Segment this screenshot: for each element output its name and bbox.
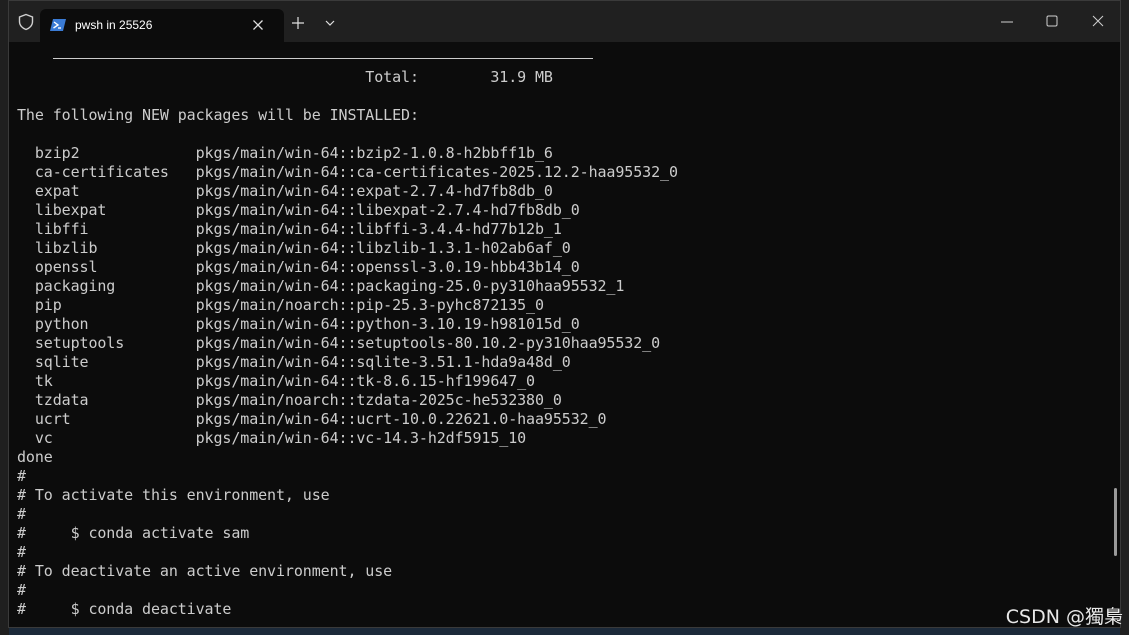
terminal-line: done xyxy=(17,448,53,466)
plus-icon[interactable] xyxy=(292,17,304,29)
terminal-output[interactable]: Total: 31.9 MB The following NEW packages… xyxy=(9,42,1120,627)
terminal-line: Total: 31.9 MB xyxy=(17,68,553,86)
terminal-line: vc pkgs/main/win-64::vc-14.3-h2df5915_10 xyxy=(17,429,527,447)
terminal-line: ca-certificates pkgs/main/win-64::ca-cer… xyxy=(17,163,678,181)
terminal-line: python pkgs/main/win-64::python-3.10.19-… xyxy=(17,315,580,333)
terminal-line: # xyxy=(17,467,26,485)
terminal-line: # xyxy=(17,543,26,561)
close-tab-icon[interactable] xyxy=(250,17,266,33)
chevron-down-icon[interactable] xyxy=(325,19,335,27)
terminal-line: # To activate this environment, use xyxy=(17,486,330,504)
terminal-line: # To deactivate an active environment, u… xyxy=(17,562,393,580)
terminal-line: tk pkgs/main/win-64::tk-8.6.15-hf199647_… xyxy=(17,372,535,390)
close-window-icon[interactable] xyxy=(1092,15,1104,27)
terminal-lines: Total: 31.9 MB The following NEW packages… xyxy=(17,68,678,619)
tab-title: pwsh in 25526 xyxy=(75,18,153,32)
tab-pwsh[interactable]: pwsh in 25526 xyxy=(40,9,284,42)
terminal-line: # $ conda activate sam xyxy=(17,524,250,542)
scrollbar[interactable] xyxy=(1114,488,1117,556)
terminal-line: The following NEW packages will be INSTA… xyxy=(17,106,419,124)
terminal-line: pip pkgs/main/noarch::pip-25.3-pyhc87213… xyxy=(17,296,544,314)
separator-rule xyxy=(53,58,593,59)
terminal-line: ucrt pkgs/main/win-64::ucrt-10.0.22621.0… xyxy=(17,410,607,428)
terminal-line: # $ conda deactivate xyxy=(17,600,232,618)
shield-icon xyxy=(17,13,35,31)
background-app-right xyxy=(1120,0,1129,635)
maximize-icon[interactable] xyxy=(1046,15,1058,27)
terminal-line: openssl pkgs/main/win-64::openssl-3.0.19… xyxy=(17,258,580,276)
watermark: CSDN @獨梟 xyxy=(1005,606,1123,628)
titlebar: pwsh in 25526 xyxy=(9,1,1120,42)
terminal-line: packaging pkgs/main/win-64::packaging-25… xyxy=(17,277,625,295)
terminal-line: libffi pkgs/main/win-64::libffi-3.4.4-hd… xyxy=(17,220,562,238)
terminal-line: libzlib pkgs/main/win-64::libzlib-1.3.1-… xyxy=(17,239,571,257)
terminal-line: expat pkgs/main/win-64::expat-2.7.4-hd7f… xyxy=(17,182,553,200)
terminal-window: pwsh in 25526 Total: 31.9 MB The followi… xyxy=(8,0,1121,628)
terminal-line: sqlite pkgs/main/win-64::sqlite-3.51.1-h… xyxy=(17,353,571,371)
terminal-line: tzdata pkgs/main/noarch::tzdata-2025c-he… xyxy=(17,391,562,409)
terminal-line: bzip2 pkgs/main/win-64::bzip2-1.0.8-h2bb… xyxy=(17,144,553,162)
terminal-line: # xyxy=(17,505,26,523)
minimize-icon[interactable] xyxy=(1001,21,1013,23)
terminal-line: libexpat pkgs/main/win-64::libexpat-2.7.… xyxy=(17,201,580,219)
powershell-icon xyxy=(50,18,66,32)
terminal-line: # xyxy=(17,581,26,599)
terminal-line: setuptools pkgs/main/win-64::setuptools-… xyxy=(17,334,661,352)
